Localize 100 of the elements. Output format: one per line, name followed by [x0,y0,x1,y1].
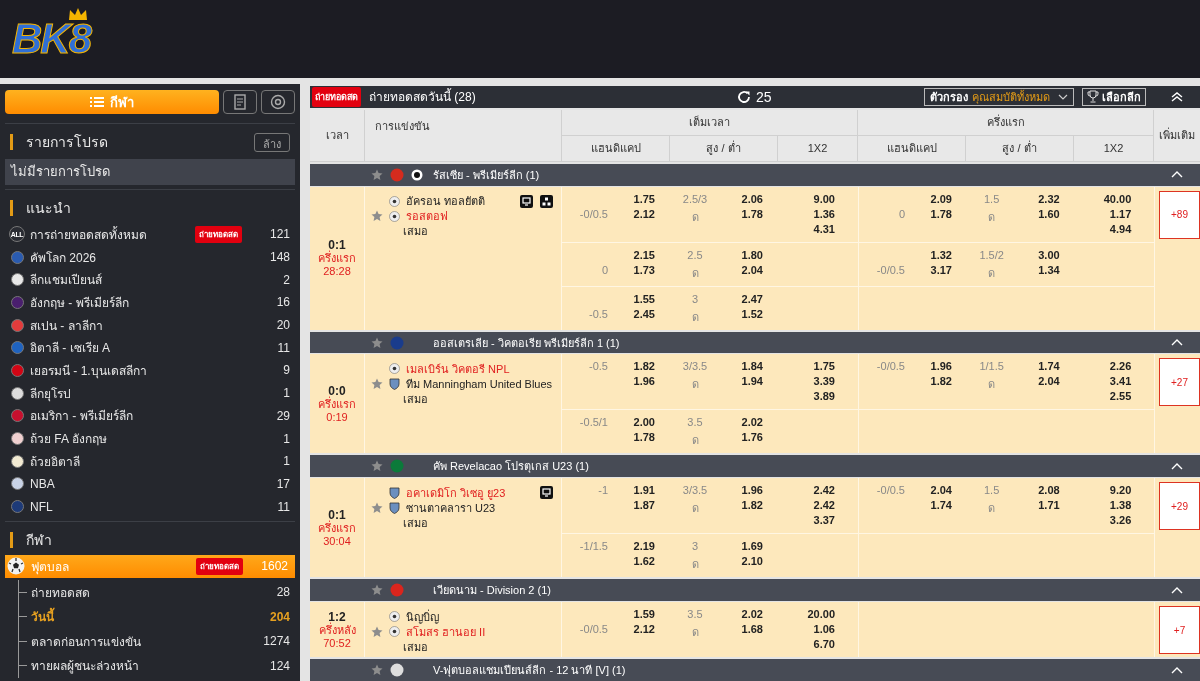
odds-value[interactable]: 2.32 [1016,192,1060,208]
odds-value[interactable]: 1.91 [608,484,655,500]
odds-value[interactable]: 1.84 [720,360,763,376]
odds-value[interactable]: 1.94 [720,375,763,391]
odds-value[interactable]: 1.82 [720,499,763,515]
odds-value[interactable]: 2.08 [1016,484,1060,500]
odds-value[interactable]: 1.75 [608,192,655,208]
odds-value[interactable]: 2.15 [608,248,655,264]
odds-value[interactable]: 40.00 [1074,192,1132,208]
league-item[interactable]: อังกฤษ - พรีเมียร์ลีก 16 [0,291,300,314]
odds-value[interactable]: 1.38 [1074,499,1132,515]
odds-value[interactable]: 1.78 [905,207,952,223]
odds-value[interactable]: 4.94 [1074,222,1132,238]
odds-value[interactable]: 2.00 [608,416,655,432]
odds-value[interactable]: 1.82 [905,375,952,391]
odds-value[interactable]: 2.02 [720,608,763,624]
league-item[interactable]: อเมริกา - พรีเมียร์ลีก 29 [0,404,300,428]
star-icon[interactable] [371,336,383,349]
odds-value[interactable]: 1.78 [608,431,655,447]
odds-value[interactable]: 1.87 [608,499,655,515]
odds-value[interactable]: 2.04 [720,263,763,279]
odds-value[interactable]: 1.71 [1016,499,1060,515]
odds-value[interactable]: 3.37 [778,514,835,530]
odds-value[interactable]: 4.31 [778,222,835,238]
odds-value[interactable]: 2.19 [608,540,655,556]
odds-value[interactable]: 6.70 [778,638,835,654]
odds-value[interactable]: 2.12 [608,623,655,639]
odds-value[interactable]: 2.42 [778,499,835,515]
league-item[interactable]: ลีกแชมเปียนส์ 2 [0,268,300,292]
league-item[interactable]: ลีกยุโรป 1 [0,381,300,405]
more-markets-button[interactable]: +7 [1159,606,1200,655]
odds-value[interactable]: 1.36 [778,207,835,223]
odds-value[interactable]: 1.60 [1016,207,1060,223]
star-icon[interactable] [371,625,383,638]
odds-value[interactable]: 2.47 [720,292,763,308]
odds-value[interactable]: 3.17 [905,263,952,279]
sub-menu-item[interactable]: วันนี้ 204 [19,604,300,629]
odds-value[interactable]: 2.06 [720,192,763,208]
odds-value[interactable]: 2.04 [905,484,952,500]
league-item[interactable]: NBA 17 [0,472,300,496]
odds-value[interactable]: 1.96 [905,360,952,376]
odds-value[interactable]: 1.96 [608,375,655,391]
odds-value[interactable]: 1.59 [608,608,655,624]
odds-value[interactable]: 1.17 [1074,207,1132,223]
sub-menu-item[interactable]: ถ่ายทอดสด 28 [19,579,300,605]
odds-value[interactable]: 2.04 [1016,375,1060,391]
odds-value[interactable]: 2.10 [720,555,763,571]
odds-value[interactable]: 2.42 [778,484,835,500]
refresh-button[interactable]: 25 [737,88,772,105]
more-markets-button[interactable]: +89 [1159,190,1200,239]
odds-value[interactable]: 3.26 [1074,514,1132,530]
odds-value[interactable]: 1.55 [608,292,655,308]
league-item[interactable]: เยอรมนี - 1.บุนเดสลีกา 9 [0,359,300,382]
star-icon[interactable] [371,378,383,390]
odds-value[interactable]: 9.20 [1074,484,1132,500]
odds-value[interactable]: 1.34 [1016,263,1060,279]
odds-value[interactable]: 1.74 [1016,360,1060,376]
odds-value[interactable]: 1.96 [720,484,763,500]
odds-value[interactable]: 1.76 [720,431,763,447]
odds-value[interactable]: 1.80 [720,248,763,264]
league-item[interactable]: คัพโลก 2026 148 [0,245,300,269]
odds-value[interactable]: 1.32 [905,248,952,264]
star-icon[interactable] [371,460,383,473]
star-icon[interactable] [371,584,383,597]
odds-value[interactable]: 3.41 [1074,375,1132,391]
league-item[interactable]: ถ้วย FA อังกฤษ 1 [0,427,300,450]
clear-button[interactable]: ล้าง [254,132,290,152]
sub-menu-item[interactable]: ทายผลผู้ชนะล่วงหน้า 124 [19,653,300,678]
odds-value[interactable]: 2.45 [608,307,655,323]
odds-value[interactable]: 1.52 [720,307,763,323]
filter-dropdown[interactable]: ตัวกรอง คุณสมบัติทั้งหมด [924,87,1074,106]
odds-value[interactable]: 1.69 [720,540,763,556]
more-markets-button[interactable]: +29 [1159,482,1200,531]
settings-button[interactable] [261,90,295,114]
league-item[interactable]: สเปน - ลาลีกา 20 [0,313,300,337]
odds-value[interactable]: 2.02 [720,416,763,432]
odds-value[interactable]: 2.26 [1074,360,1132,376]
league-item[interactable]: NFL 11 [0,495,300,518]
sub-menu-item[interactable]: ตลาดก่อนการแข่งขัน 1274 [19,628,300,654]
bet-slip-button[interactable] [223,90,258,114]
odds-value[interactable]: 1.68 [720,623,763,639]
odds-value[interactable]: 1.78 [720,207,763,223]
select-league-button[interactable]: เลือกลีก [1082,87,1146,106]
odds-value[interactable]: 1.73 [608,263,655,279]
star-icon[interactable] [371,664,383,677]
odds-value[interactable]: 3.00 [1016,248,1060,264]
more-markets-button[interactable]: +27 [1159,358,1200,407]
league-item[interactable]: ถ้วยอิตาลี 1 [0,449,300,473]
odds-value[interactable]: 2.12 [608,207,655,223]
star-icon[interactable] [371,210,383,223]
star-icon[interactable] [371,168,383,181]
odds-value[interactable]: 1.74 [905,499,952,515]
odds-value[interactable]: 9.00 [778,192,835,208]
odds-value[interactable]: 1.06 [778,623,835,639]
odds-value[interactable]: 2.09 [905,192,952,208]
odds-value[interactable]: 1.75 [778,360,835,376]
odds-value[interactable]: 3.89 [778,390,835,406]
odds-value[interactable]: 1.82 [608,360,655,376]
star-icon[interactable] [371,501,383,514]
sport-item[interactable]: ฟุตบอล ถ่ายทอดสด 1602 [5,554,295,578]
